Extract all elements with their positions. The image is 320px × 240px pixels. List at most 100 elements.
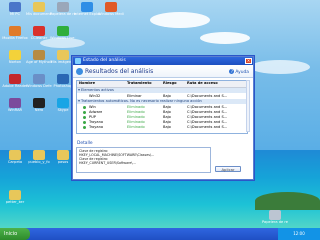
desktop-shortcut[interactable]: Mozilla Firefox — [2, 26, 28, 40]
shortcut-label: petter_ker — [5, 200, 25, 204]
desktop-shortcut[interactable]: Adobe Reader — [2, 74, 28, 88]
table-header: Nombre Tratamiento Riesgo Ruta de acceso — [77, 81, 247, 88]
shortcut-icon — [33, 98, 45, 108]
results-icon — [76, 68, 83, 75]
app-icon — [75, 58, 81, 64]
start-button[interactable]: Inicio — [0, 228, 30, 240]
desktop-shortcut[interactable]: Mis documentos — [26, 2, 52, 16]
shortcut-label: Internet Explorer — [74, 12, 100, 16]
shortcut-label: Papelera de reciclaje — [50, 12, 76, 16]
desktop-shortcut[interactable]: pueblo_y_fo — [26, 150, 52, 164]
shortcut-label: pueblo_y_fo — [28, 160, 50, 164]
desktop-shortcut[interactable]: Mi PC — [2, 2, 28, 16]
shortcut-label: Mozilla Firefox — [2, 36, 28, 40]
cell-path: C:\Documents and S... — [187, 125, 228, 129]
desktop-shortcut[interactable]: petter_ker — [2, 190, 28, 204]
results-title: Resultados del análisis — [85, 68, 154, 75]
column-header[interactable]: Riesgo — [163, 81, 177, 86]
shortcut-label: Carpeta — [7, 160, 23, 164]
help-label: Ayuda — [235, 70, 249, 75]
desktop-shortcut[interactable]: Nero — [26, 98, 52, 112]
shortcut-icon — [57, 74, 69, 84]
shortcut-label: Mi PC — [10, 12, 20, 16]
shortcut-icon — [9, 50, 21, 60]
cell-treatment: Eliminado — [127, 125, 145, 129]
shortcut-icon — [105, 2, 117, 12]
shortcut-icon — [33, 74, 45, 84]
shortcut-icon — [57, 2, 69, 12]
cell-name: Troyano — [89, 125, 104, 129]
status-check-icon — [83, 121, 86, 124]
table-row[interactable]: Troyano Eliminado Bajo C:\Documents and S..… — [77, 125, 247, 130]
help-link[interactable]: ? Ayuda — [229, 69, 249, 75]
desktop-shortcut[interactable]: Internet Explorer — [74, 2, 100, 16]
shortcut-icon — [81, 2, 93, 12]
shortcut-label: Windows Live Messenger — [50, 36, 76, 40]
cloud — [150, 12, 210, 28]
group-label: Tratamientos automáticos. No es necesari… — [81, 99, 202, 103]
table-scrollbar[interactable] — [246, 80, 250, 132]
shortcut-icon — [57, 50, 69, 60]
results-table: Nombre Tratamiento Riesgo Ruta de acceso… — [76, 80, 248, 134]
shortcut-icon — [9, 26, 21, 36]
group-header[interactable]: ▾Elementos activos — [77, 88, 247, 93]
shortcut-icon — [57, 26, 69, 36]
desktop-shortcut[interactable]: WinRAR — [2, 98, 28, 112]
shortcut-icon — [57, 98, 69, 108]
shortcut-label: CCleaner — [30, 36, 48, 40]
shortcut-label: Windows Defender — [26, 84, 52, 88]
shortcut-label: Norton — [8, 60, 22, 64]
window-title: Estado del análisis — [83, 58, 126, 63]
details-box: Clave de registro: HKEY_LOCAL_MACHINE\SO… — [76, 147, 211, 173]
desktop-shortcut[interactable]: Windows Media Player — [98, 2, 124, 16]
system-tray-clock: 12:00 — [278, 228, 320, 240]
shortcut-label: Windows Media Player — [98, 12, 124, 16]
apply-button[interactable]: Aplicar — [215, 166, 241, 172]
shortcut-icon — [33, 150, 45, 160]
taskbar: Inicio 12:00 — [0, 228, 320, 240]
cloud — [250, 60, 310, 74]
shortcut-label: Nero — [34, 108, 44, 112]
details-line: HKEY_CURRENT_USER\Software\... — [79, 161, 136, 165]
desktop-shortcut[interactable]: Windows Defender — [26, 74, 52, 88]
desktop-shortcut[interactable]: Age of Mythology — [26, 50, 52, 64]
cell-risk: Bajo — [163, 125, 171, 129]
cloud — [200, 32, 250, 44]
shortcut-icon — [57, 150, 69, 160]
shortcut-label: Adobe Reader — [2, 84, 28, 88]
status-check-icon — [83, 116, 86, 119]
column-header[interactable]: Ruta de acceso — [187, 81, 218, 86]
status-check-icon — [83, 106, 86, 109]
shortcut-icon — [33, 2, 45, 12]
shortcut-label: WinRAR — [7, 108, 23, 112]
shortcut-icon — [9, 74, 21, 84]
desktop-shortcut[interactable]: Papelera de reciclaje — [262, 210, 288, 224]
desktop-shortcut[interactable]: Windows Live Messenger — [50, 26, 76, 40]
close-icon[interactable]: ✕ — [245, 58, 252, 64]
window-titlebar[interactable]: Estado del análisis ✕ — [73, 57, 253, 65]
group-header[interactable]: ▾Tratamientos automáticos. No es necesar… — [77, 99, 247, 104]
shortcut-label: Papelera de reciclaje — [262, 220, 288, 224]
shortcut-icon — [269, 210, 281, 220]
results-header: Resultados del análisis ? Ayuda — [73, 65, 253, 78]
status-check-icon — [83, 111, 86, 114]
desktop-shortcut[interactable]: Carpeta — [2, 150, 28, 164]
shortcut-label: Age of Mythology — [26, 60, 52, 64]
shortcut-icon — [33, 26, 45, 36]
desktop-shortcut[interactable]: CCleaner — [26, 26, 52, 40]
scan-results-window[interactable]: Estado del análisis ✕ Resultados del aná… — [72, 56, 254, 180]
desktop-shortcut[interactable]: Norton — [2, 50, 28, 64]
shortcut-icon — [9, 150, 21, 160]
shortcut-icon — [9, 190, 21, 200]
column-header[interactable]: Nombre — [79, 81, 95, 86]
desktop-wallpaper-island — [255, 192, 320, 210]
shortcut-icon — [33, 50, 45, 60]
shortcut-icon — [9, 2, 21, 12]
group-label: Elementos activos — [81, 88, 114, 92]
status-check-icon — [83, 126, 86, 129]
desktop-shortcut[interactable]: Papelera de reciclaje — [50, 2, 76, 16]
shortcut-icon — [9, 98, 21, 108]
column-header[interactable]: Tratamiento — [127, 81, 152, 86]
help-icon: ? — [229, 69, 235, 74]
details-title: Detalle — [77, 141, 93, 146]
